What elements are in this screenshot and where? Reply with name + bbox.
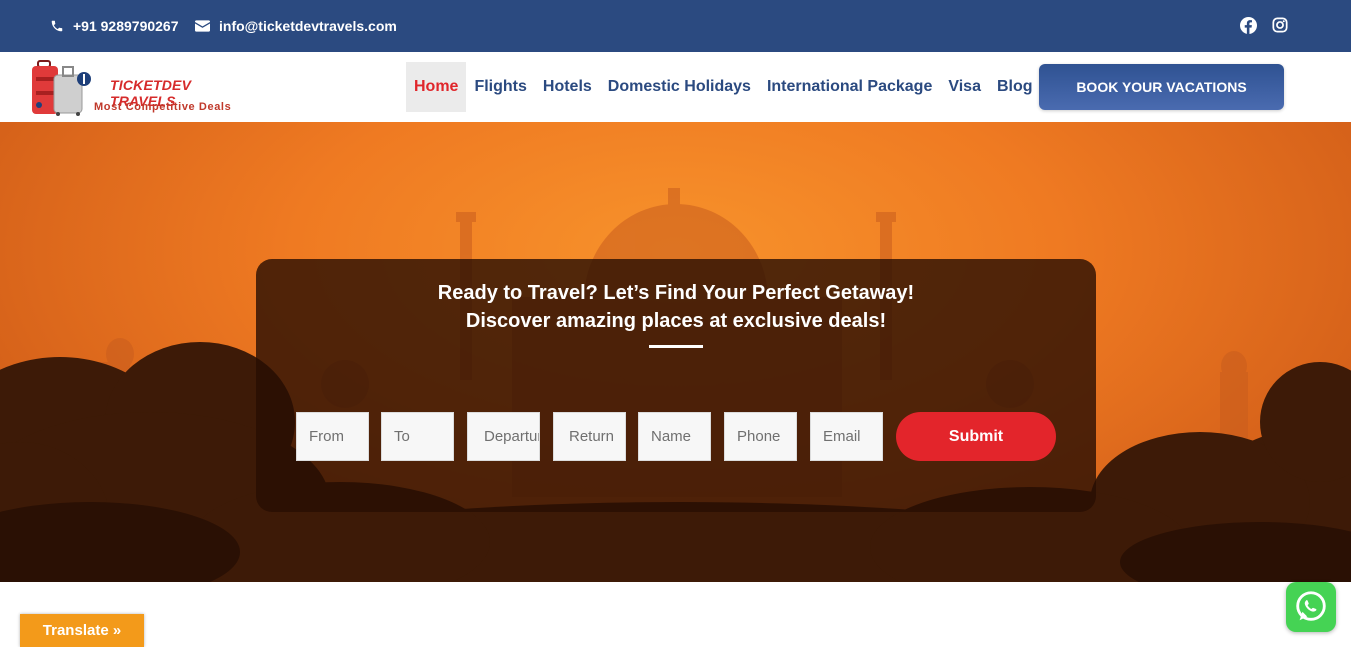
nav-item-hotels[interactable]: Hotels: [535, 62, 600, 112]
to-field[interactable]: To: [381, 412, 454, 461]
instagram-icon[interactable]: [1271, 16, 1289, 34]
departure-field[interactable]: Departure: [467, 412, 540, 461]
book-vacations-button[interactable]: BOOK YOUR VACATIONS: [1039, 64, 1284, 110]
translate-button[interactable]: Translate »: [20, 614, 144, 647]
site-logo[interactable]: TICKETDEV TRAVELS Most Competitive Deals: [30, 57, 245, 119]
top-bar: +91 9289790267 info@ticketdevtravels.com: [0, 0, 1351, 52]
site-header: TICKETDEV TRAVELS Most Competitive Deals…: [0, 52, 1351, 122]
hero-heading: Ready to Travel? Let’s Find Your Perfect…: [256, 279, 1096, 335]
email-address: info@ticketdevtravels.com: [219, 18, 397, 34]
email-field[interactable]: Email: [810, 412, 883, 461]
hero-heading-line2: Discover amazing places at exclusive dea…: [465, 310, 887, 332]
facebook-icon[interactable]: [1239, 16, 1257, 34]
phone-number: +91 9289790267: [73, 18, 179, 34]
nav-item-flights[interactable]: Flights: [466, 62, 534, 112]
phone-contact[interactable]: +91 9289790267: [50, 0, 179, 52]
nav-item-international-package[interactable]: International Package: [759, 62, 940, 112]
hero-heading-line1: Ready to Travel? Let’s Find Your Perfect…: [437, 282, 915, 304]
name-field[interactable]: Name: [638, 412, 711, 461]
search-panel: Ready to Travel? Let’s Find Your Perfect…: [256, 259, 1096, 512]
nav-item-visa[interactable]: Visa: [940, 62, 989, 112]
nav-item-domestic-holidays[interactable]: Domestic Holidays: [600, 62, 759, 112]
heading-divider: [649, 345, 703, 348]
nav-item-home[interactable]: Home: [406, 62, 467, 112]
hero-banner: Ready to Travel? Let’s Find Your Perfect…: [0, 122, 1351, 582]
submit-button[interactable]: Submit: [896, 412, 1056, 461]
return-field[interactable]: Return: [553, 412, 626, 461]
from-field[interactable]: From: [296, 412, 369, 461]
email-contact[interactable]: info@ticketdevtravels.com: [195, 0, 397, 52]
nav-item-blog[interactable]: Blog: [989, 62, 1041, 112]
whatsapp-icon: [1296, 591, 1326, 621]
logo-tagline: Most Competitive Deals: [94, 101, 232, 113]
whatsapp-button[interactable]: [1286, 582, 1336, 632]
main-nav: Home Flights Hotels Domestic Holidays In…: [406, 62, 1041, 112]
phone-field[interactable]: Phone: [724, 412, 797, 461]
envelope-icon: [195, 20, 210, 32]
luggage-logo-icon: [32, 60, 91, 116]
phone-icon: [51, 20, 63, 32]
